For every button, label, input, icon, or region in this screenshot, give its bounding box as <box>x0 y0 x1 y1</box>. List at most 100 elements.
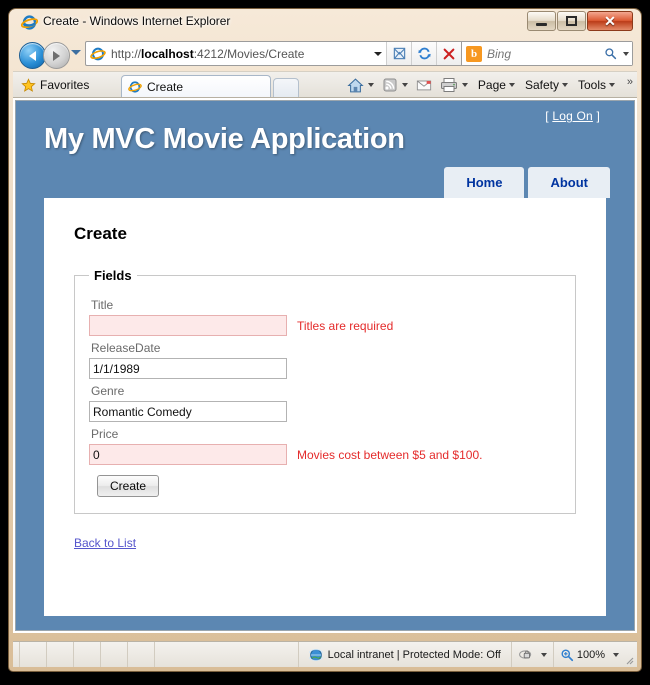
title-input[interactable] <box>89 315 287 336</box>
refresh-button[interactable] <box>411 42 436 65</box>
chevron-down-icon <box>461 83 468 87</box>
site-header: [ Log On ] My MVC Movie Application Home… <box>16 101 634 198</box>
page-title: Create <box>74 224 127 243</box>
genre-input[interactable] <box>89 401 287 422</box>
chevron-down-icon[interactable] <box>613 652 619 657</box>
status-bar: Local intranet | Protected Mode: Off 100… <box>13 641 637 667</box>
title-bar: Create - Windows Internet Explorer ✕ <box>13 9 637 37</box>
address-bar[interactable]: http://localhost:4212/Movies/Create b Bi… <box>85 41 633 66</box>
home-icon <box>347 77 364 92</box>
stop-button[interactable] <box>436 42 461 65</box>
window-title: Create - Windows Internet Explorer <box>43 14 231 28</box>
status-cell <box>127 642 154 667</box>
close-button[interactable]: ✕ <box>587 11 633 31</box>
price-input[interactable] <box>89 444 287 465</box>
logon-link[interactable]: Log On <box>552 109 593 123</box>
window-controls: ✕ <box>526 11 633 32</box>
page-background: [ Log On ] My MVC Movie Application Home… <box>15 100 635 631</box>
web-page: [ Log On ] My MVC Movie Application Home… <box>13 98 637 633</box>
print-dropdown[interactable] <box>461 83 468 87</box>
search-input[interactable]: Bing <box>487 47 600 61</box>
mail-button[interactable] <box>416 78 432 92</box>
minimize-button[interactable] <box>527 11 556 31</box>
forward-arrow-icon <box>53 50 60 61</box>
nav-item-about[interactable]: About <box>528 167 610 198</box>
internet-explorer-icon <box>90 47 106 60</box>
address-bar-row: http://localhost:4212/Movies/Create b Bi… <box>13 37 637 71</box>
close-icon: ✕ <box>604 13 616 29</box>
price-error-message: Movies cost between $5 and $100. <box>297 447 483 462</box>
fields-fieldset: Fields Title Titles are required Release… <box>74 268 576 514</box>
resize-grip-icon[interactable] <box>624 655 634 665</box>
forward-button[interactable] <box>43 42 70 69</box>
label-genre: Genre <box>91 384 125 398</box>
url-scheme: http:// <box>111 46 142 61</box>
command-bar: Favorites Create Page Safety Tools » <box>13 71 637 98</box>
home-button[interactable] <box>347 77 364 94</box>
print-button[interactable] <box>440 77 458 93</box>
internet-explorer-icon <box>21 15 38 30</box>
fieldset-legend: Fields <box>94 268 132 283</box>
logon-bracket-close: ] <box>596 109 600 123</box>
search-provider-dropdown[interactable] <box>620 51 632 56</box>
search-go-button[interactable] <box>600 47 620 60</box>
new-tab-button[interactable] <box>273 78 299 98</box>
tab-label: Create <box>147 80 184 94</box>
address-dropdown-button[interactable] <box>369 42 386 65</box>
compatibility-view-button[interactable] <box>386 42 411 65</box>
title-error-message: Titles are required <box>297 318 394 333</box>
status-cell <box>154 642 181 667</box>
menu-page[interactable]: Page <box>478 78 515 92</box>
status-bar-cells <box>19 642 181 667</box>
minimize-icon <box>536 22 547 26</box>
security-zone-indicator[interactable]: Local intranet | Protected Mode: Off <box>297 642 512 667</box>
globe-icon <box>308 648 323 662</box>
site-title: My MVC Movie Application <box>44 123 405 155</box>
url-host: localhost <box>141 46 194 61</box>
feeds-button[interactable] <box>382 77 398 93</box>
label-releasedate: ReleaseDate <box>91 341 161 355</box>
label-price: Price <box>91 427 119 441</box>
mail-icon <box>416 80 432 91</box>
chevron-down-icon <box>540 652 547 657</box>
chevron-down-icon <box>609 83 615 87</box>
menu-tools[interactable]: Tools <box>578 78 615 92</box>
back-to-list-link[interactable]: Back to List <box>74 536 136 550</box>
home-dropdown[interactable] <box>367 83 374 87</box>
search-box[interactable]: b Bing <box>461 42 632 65</box>
back-arrow-icon <box>29 50 36 61</box>
menu-safety-label: Safety <box>524 78 559 92</box>
field-row-releasedate <box>89 358 561 379</box>
nav-item-home[interactable]: Home <box>444 167 525 198</box>
logon-bracket-open: [ <box>545 109 549 123</box>
internet-explorer-icon <box>128 81 142 93</box>
print-icon <box>440 78 457 92</box>
privacy-dropdown[interactable] <box>540 652 547 657</box>
field-row-genre <box>89 401 561 422</box>
chevron-down-icon <box>373 51 382 56</box>
browser-viewport: [ Log On ] My MVC Movie Application Home… <box>13 97 637 633</box>
tab-create[interactable]: Create <box>121 75 271 98</box>
menu-safety[interactable]: Safety <box>525 78 568 92</box>
privacy-report-button[interactable] <box>512 642 554 667</box>
releasedate-input[interactable] <box>89 358 287 379</box>
search-icon <box>604 48 616 60</box>
zoom-control[interactable]: 100% <box>554 642 627 667</box>
logon-area: [ Log On ] <box>545 109 600 123</box>
recent-pages-button[interactable] <box>71 50 81 55</box>
create-button[interactable]: Create <box>97 475 160 497</box>
star-icon <box>21 77 36 92</box>
maximize-button[interactable] <box>557 11 586 31</box>
favorites-button[interactable]: Favorites <box>21 75 89 95</box>
zoom-level-label: 100% <box>576 648 605 661</box>
tab-strip: Create <box>121 75 299 98</box>
back-button[interactable] <box>19 42 46 69</box>
page-content: Create Fields Title Titles are required … <box>44 198 606 616</box>
url-path: :4212/Movies/Create <box>193 46 305 61</box>
chevron-down-icon <box>561 83 568 87</box>
back-to-list-paragraph: Back to List <box>74 536 576 550</box>
chevron-down-icon <box>508 83 515 87</box>
refresh-icon <box>417 47 431 60</box>
command-bar-overflow[interactable]: » <box>627 76 633 88</box>
feeds-dropdown[interactable] <box>401 83 408 87</box>
